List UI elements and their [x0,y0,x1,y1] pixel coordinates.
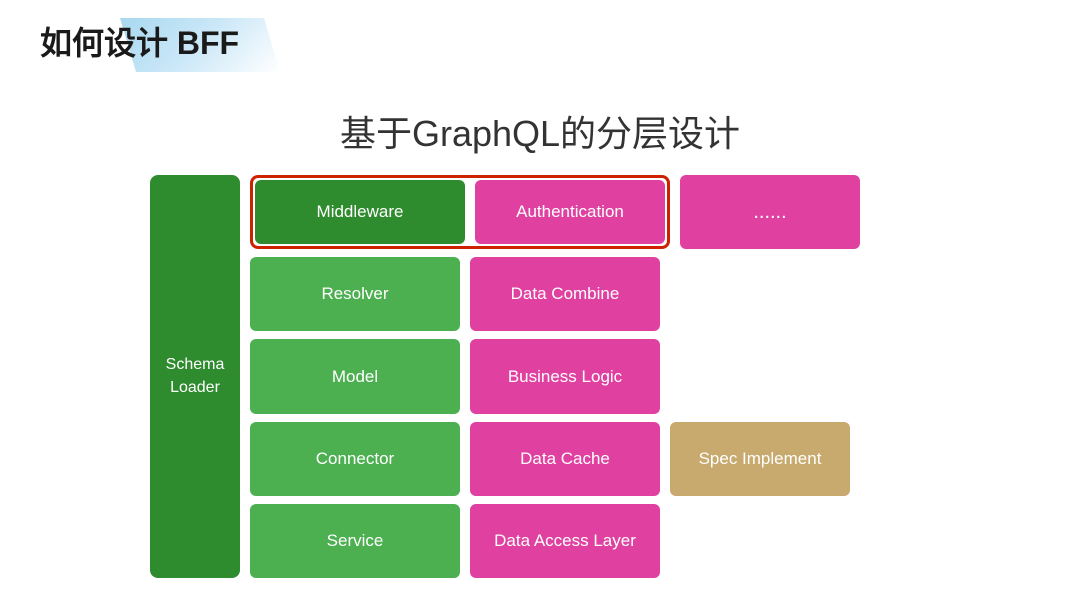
middleware-row: Middleware Authentication ...... [250,175,1030,249]
connector-box: Connector [250,422,460,496]
resolver-row: Resolver Data Combine [250,257,1030,331]
service-row: Service Data Access Layer [250,504,1030,578]
dots-box: ...... [680,175,860,249]
model-row: Model Business Logic [250,339,1030,413]
service-box: Service [250,504,460,578]
resolver-box: Resolver [250,257,460,331]
data-access-layer-box: Data Access Layer [470,504,660,578]
rows-container: Middleware Authentication ...... Resolve… [250,175,1030,578]
business-logic-box: Business Logic [470,339,660,413]
data-combine-box: Data Combine [470,257,660,331]
middleware-box: Middleware [255,180,465,244]
diagram: Schema Loader Middleware Authentication … [150,175,1030,578]
model-box: Model [250,339,460,413]
authentication-box: Authentication [475,180,665,244]
title-section: 如何设计 BFF [40,18,239,64]
data-cache-box: Data Cache [470,422,660,496]
page-title: 如何设计 BFF [40,18,239,64]
connector-row: Connector Data Cache Spec Implement [250,422,1030,496]
spec-implement-box: Spec Implement [670,422,850,496]
schema-loader-box: Schema Loader [150,175,240,578]
subtitle: 基于GraphQL的分层设计 [0,105,1080,157]
